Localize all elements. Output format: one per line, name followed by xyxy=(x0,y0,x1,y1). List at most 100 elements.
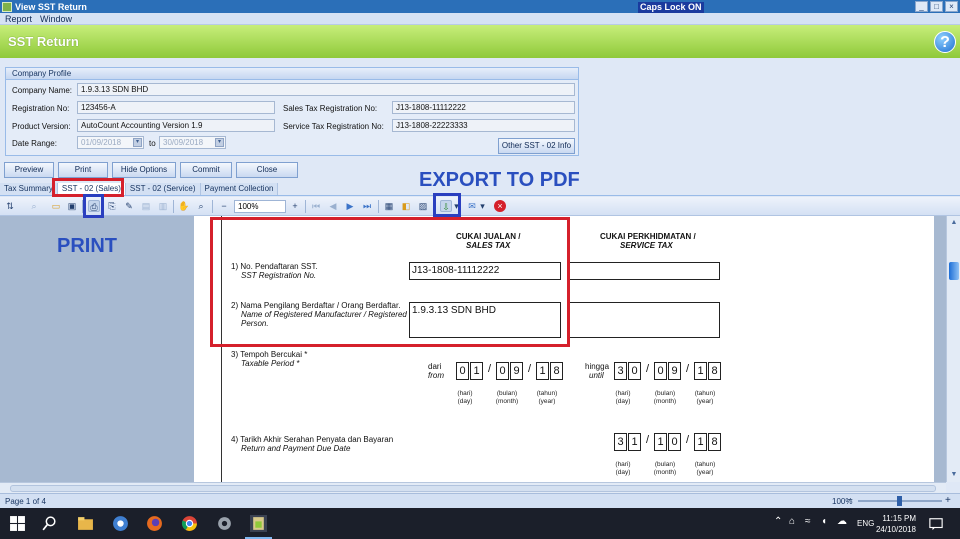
header-footer-icon[interactable]: ▥ xyxy=(157,200,169,212)
maximize-button[interactable]: □ xyxy=(930,1,943,12)
service-tax-header-1: CUKAI PERKHIDMATAN / xyxy=(600,232,696,241)
calendar-dropdown-icon[interactable]: ▾ xyxy=(215,138,224,147)
commit-button[interactable]: Commit xyxy=(180,162,232,178)
file-explorer-icon[interactable] xyxy=(77,515,94,532)
date-to-field[interactable]: 30/09/2018 ▾ xyxy=(159,136,226,149)
q4-label-en: Return and Payment Due Date xyxy=(241,444,351,453)
last-page-icon[interactable]: ⏭ xyxy=(361,200,373,212)
calendar-dropdown-icon[interactable]: ▾ xyxy=(133,138,142,147)
firefox-icon[interactable] xyxy=(146,515,163,532)
day-caption: (hari) xyxy=(457,390,473,397)
registration-label: Registration No: xyxy=(12,104,70,113)
menu-report[interactable]: Report xyxy=(5,14,32,24)
preview-button[interactable]: Preview xyxy=(4,162,54,178)
product-version-field[interactable]: AutoCount Accounting Version 1.9 xyxy=(77,119,275,132)
zoom-combo[interactable]: 100% xyxy=(234,200,286,213)
from-day-digit-2: 1 xyxy=(470,362,483,380)
chevron-up-icon[interactable]: ⌃ xyxy=(774,516,782,527)
company-name-field[interactable]: 1.9.3.13 SDN BHD xyxy=(77,83,575,96)
menu-window[interactable]: Window xyxy=(40,14,72,24)
window-title: View SST Return xyxy=(15,1,87,12)
help-icon[interactable]: ? xyxy=(934,31,956,53)
scroll-down-icon[interactable]: ▼ xyxy=(948,469,960,481)
clock-date: 24/10/2018 xyxy=(875,525,916,534)
print-button[interactable]: Print xyxy=(58,162,108,178)
app-icon[interactable] xyxy=(216,515,233,532)
q3-label: 3) Tempoh Bercukai * xyxy=(231,350,308,359)
autocount-icon[interactable] xyxy=(250,515,267,532)
horizontal-scroll-thumb[interactable] xyxy=(10,485,936,492)
chevron-down-icon[interactable]: ▾ xyxy=(479,200,486,212)
service-person-field xyxy=(568,302,720,338)
due-month-digit-1: 1 xyxy=(654,433,667,451)
year-caption: (tahun) xyxy=(694,461,716,468)
year-caption-en: (year) xyxy=(696,469,714,476)
export-to-pdf-annotation: EXPORT TO PDF xyxy=(419,169,580,191)
tab-tax-summary[interactable]: Tax Summary xyxy=(0,183,58,195)
page-setup-icon[interactable]: ✎ xyxy=(123,200,135,212)
minimize-button[interactable]: _ xyxy=(915,1,928,12)
magnifier-icon[interactable]: ⌕ xyxy=(195,200,207,212)
open-folder-icon[interactable]: ▭ xyxy=(50,200,62,212)
sales-tax-reg-field[interactable]: J13-1808-11112222 xyxy=(392,101,575,114)
document-map-icon[interactable]: ⇅ xyxy=(4,200,16,212)
zoom-out-icon[interactable]: − xyxy=(218,200,230,212)
tab-payment-collection[interactable]: Payment Collection xyxy=(200,183,279,195)
windows-start-icon[interactable] xyxy=(9,515,26,532)
next-page-icon[interactable]: ▶ xyxy=(344,200,356,212)
zoom-out-icon[interactable]: − xyxy=(847,495,853,506)
search-icon[interactable] xyxy=(41,515,58,532)
send-email-icon[interactable]: ✉ xyxy=(466,200,478,212)
search-icon[interactable]: ⌕ xyxy=(28,200,40,212)
tab-sst-02-service[interactable]: SST - 02 (Service) xyxy=(125,183,201,195)
registration-field[interactable]: 123456-A xyxy=(77,101,275,114)
scale-icon[interactable]: ▤ xyxy=(140,200,152,212)
zoom-in-icon[interactable]: + xyxy=(289,200,301,212)
background-color-icon[interactable]: ◧ xyxy=(400,200,412,212)
month-caption-en: (month) xyxy=(495,398,519,405)
first-page-icon[interactable]: ⏮ xyxy=(310,200,322,212)
volume-icon[interactable]: ◖ xyxy=(821,516,827,527)
hide-options-button[interactable]: Hide Options xyxy=(112,162,176,178)
vertical-scrollbar[interactable]: ▲ ▼ xyxy=(946,216,960,482)
window-titlebar: View SST Return xyxy=(0,0,960,13)
due-year-digit-2: 8 xyxy=(708,433,721,451)
onedrive-icon[interactable]: ☁ xyxy=(837,516,847,527)
taskbar-clock[interactable]: 11:15 PM 24/10/2018 xyxy=(876,513,916,535)
horizontal-scrollbar[interactable] xyxy=(0,482,946,493)
close-preview-icon[interactable]: × xyxy=(494,200,506,212)
day-caption: (hari) xyxy=(615,461,631,468)
scroll-up-icon[interactable]: ▲ xyxy=(948,217,960,229)
product-version-label: Product Version: xyxy=(12,122,71,131)
quick-print-icon[interactable]: ⎘ xyxy=(106,200,118,212)
app-icon xyxy=(2,1,12,12)
network-icon[interactable]: ⌂ xyxy=(789,516,795,527)
day-caption: (hari) xyxy=(615,390,631,397)
zoom-in-icon[interactable]: + xyxy=(945,495,951,506)
service-tax-reg-field[interactable]: J13-1808-22223333 xyxy=(392,119,575,132)
chrome-icon[interactable] xyxy=(181,515,198,532)
save-icon[interactable]: ▣ xyxy=(66,200,78,212)
window-controls: _ □ × xyxy=(915,1,958,12)
watermark-icon[interactable]: ▨ xyxy=(417,200,429,212)
close-button[interactable]: Close xyxy=(236,162,298,178)
annotation-highlight-form xyxy=(210,217,570,347)
company-profile-panel: Company Profile Company Name: 1.9.3.13 S… xyxy=(5,67,579,156)
outlook-icon[interactable] xyxy=(112,515,129,532)
date-to-value: 30/09/2018 xyxy=(163,138,204,147)
service-registration-field xyxy=(568,262,720,280)
month-caption-en: (month) xyxy=(653,398,677,405)
previous-page-icon[interactable]: ◀ xyxy=(327,200,339,212)
language-indicator[interactable]: ENG xyxy=(857,519,874,528)
other-sst-info-button[interactable]: Other SST - 02 Info xyxy=(498,138,575,154)
close-window-button[interactable]: × xyxy=(945,1,958,12)
hand-tool-icon[interactable]: ✋ xyxy=(178,200,190,212)
multiple-pages-icon[interactable]: ▦ xyxy=(383,200,395,212)
date-to-label: to xyxy=(149,139,156,148)
scroll-thumb[interactable] xyxy=(949,262,959,280)
zoom-slider-thumb[interactable] xyxy=(897,496,902,506)
notifications-icon[interactable] xyxy=(929,517,943,531)
wifi-icon[interactable]: ≈ xyxy=(805,516,811,527)
date-from-field[interactable]: 01/09/2018 ▾ xyxy=(77,136,144,149)
preview-toolbar: ⇅ ⌕ ▭ ▣ ⎙ ⎘ ✎ ▤ ▥ ✋ ⌕ − 100% + ⏮ ◀ ▶ ⏭ ▦… xyxy=(0,197,960,216)
